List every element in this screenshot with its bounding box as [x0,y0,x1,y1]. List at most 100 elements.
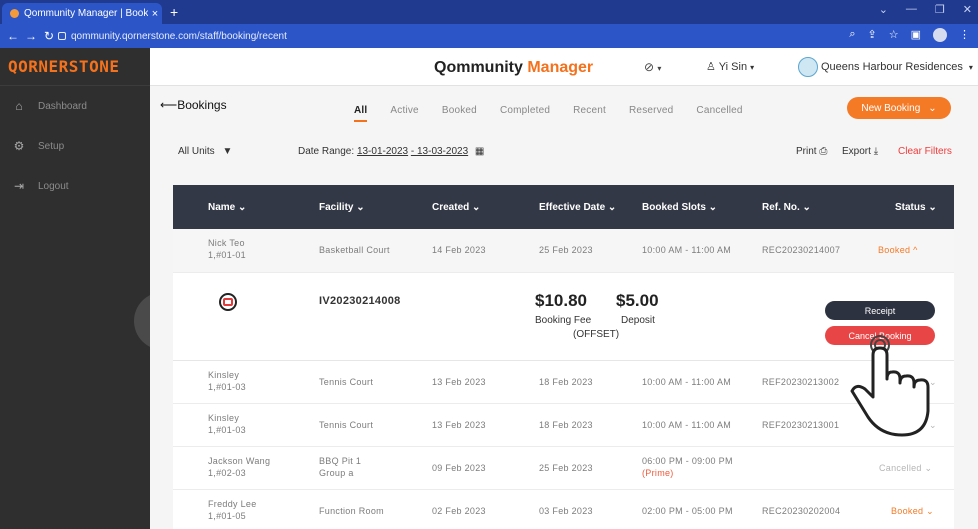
star-icon[interactable]: ☆ [889,28,899,42]
tab-all[interactable]: All [354,105,368,122]
menu-kebab-icon[interactable]: ⋮ [959,28,970,42]
app-title-main: Qommunity [434,59,523,76]
close-tab-icon[interactable]: × [148,8,162,20]
sidebar-item-setup[interactable]: ⚙ Setup [0,126,150,166]
download-icon: ⤓ [873,146,879,157]
table-row[interactable]: Jackson Wang 1,#02-03 BBQ Pit 1 Group a 09… [173,447,954,490]
status-badge[interactable]: Booked ^ [878,244,918,256]
user-menu[interactable]: ♙ Yi Sin ▾ [706,60,754,73]
tab-recent[interactable]: Recent [573,105,606,122]
sidebar-item-logout[interactable]: ⇥ Logout [0,166,150,206]
favicon-icon [10,9,19,18]
invoice-icon [219,293,237,311]
sidebar-item-dashboard[interactable]: ⌂ Dashboard [0,86,150,126]
back-arrow-icon: ⟵ [160,98,178,112]
browser-tab[interactable]: Qommunity Manager | Bookings × [2,3,162,24]
clear-filters-button[interactable]: Clear Filters [898,146,952,157]
gear-icon: ⚙ [13,139,25,153]
cell-ref-no: REF20230213002 [762,377,840,387]
main-content: Qommunity Manager ⊘ ▾ ♙ Yi Sin ▾ Queens … [150,48,978,529]
chevron-up-icon: ^ [913,245,918,255]
tab-active[interactable]: Active [390,105,418,122]
bookings-toolbar: ⟵Bookings All Active Booked Completed Re… [150,88,978,128]
date-to[interactable]: 13-03-2023 [417,146,468,157]
col-created[interactable]: Created ⌄ [432,202,480,213]
cell-booked-slots: 02:00 PM - 05:00 PM [642,506,733,516]
date-range-filter[interactable]: Date Range: 13-01-2023 - 13-03-2023 ▦ [298,146,484,157]
cell-name: Freddy Lee 1,#01-05 [208,499,257,521]
table-row[interactable]: Nick Teo 1,#01-01 Basketball Court 14 Feb… [173,229,954,273]
cell-created: 13 Feb 2023 [432,420,486,430]
table-row[interactable]: Kinsley 1,#01-03 Tennis Court 13 Feb 2023… [173,404,954,447]
table-row[interactable]: Kinsley 1,#01-03 Tennis Court 13 Feb 2023… [173,361,954,404]
profile-avatar[interactable] [933,28,947,42]
close-window-icon[interactable]: ✕ [963,3,972,16]
date-from[interactable]: 13-01-2023 [357,146,408,157]
tab-reserved[interactable]: Reserved [629,105,673,122]
cell-created: 13 Feb 2023 [432,377,486,387]
tab-booked[interactable]: Booked [442,105,477,122]
col-status[interactable]: Status ⌄ [895,202,937,213]
cell-name: Kinsley 1,#01-03 [208,413,246,435]
table-row[interactable]: Freddy Lee 1,#01-05 Function Room 02 Feb … [173,490,954,529]
restore-icon[interactable]: ❐ [935,3,945,16]
cell-booked-slots: 06:00 PM - 09:00 PM (Prime) [642,456,733,478]
minimize-icon[interactable]: — [906,3,917,16]
cell-created: 09 Feb 2023 [432,463,486,473]
offset-label: (OFFSET) [573,329,620,340]
reload-icon[interactable]: ↻ [40,29,58,43]
cell-name: Kinsley 1,#01-03 [208,370,246,392]
status-badge[interactable]: Booked ⌄ [891,505,934,517]
export-label: Export [842,146,871,157]
estate-logo [798,57,818,77]
printer-icon: ⎙ [819,146,828,157]
col-ref-no[interactable]: Ref. No. ⌄ [762,202,811,213]
logout-icon: ⇥ [13,179,25,193]
receipt-button[interactable]: Receipt [825,301,935,320]
col-booked-slots[interactable]: Booked Slots ⌄ [642,202,717,213]
cell-effective-date: 25 Feb 2023 [539,245,593,255]
calendar-icon[interactable]: ▦ [475,146,484,157]
url-field[interactable]: qommunity.qornerstone.com/staff/booking/… [58,27,888,45]
cell-facility: Tennis Court [319,420,374,430]
deposit-label: Deposit [621,315,655,326]
search-icon[interactable]: ⌕ [849,28,855,42]
deposit-amount: $5.00 [616,291,659,310]
print-button[interactable]: Print ⎙ [796,146,827,157]
cell-effective-date: 18 Feb 2023 [539,420,593,430]
status-badge[interactable]: Cancelled ⌄ [879,462,932,474]
new-booking-button[interactable]: New Booking ⌄ [847,97,951,119]
cell-ref-no: REF20230213001 [762,420,840,430]
tab-cancelled[interactable]: Cancelled [696,105,742,122]
back-arrow-icon[interactable]: ← [4,29,22,43]
bookings-table: Name ⌄ Facility ⌄ Created ⌄ Effective Da… [173,185,954,529]
user-icon: ♙ [706,61,716,73]
chevron-down-icon[interactable]: ⌄ [879,3,888,16]
chevron-down-icon: ⌄ [924,463,933,473]
new-tab-icon[interactable]: + [170,4,178,20]
chevron-down-icon: ▾ [750,63,755,72]
cell-effective-date: 03 Feb 2023 [539,506,593,516]
cell-effective-date: 18 Feb 2023 [539,377,593,387]
forward-arrow-icon[interactable]: → [22,29,40,43]
export-button[interactable]: Export ⤓ [842,146,878,157]
back-to-bookings[interactable]: ⟵Bookings [160,98,227,112]
share-icon[interactable]: ⇪ [868,28,877,42]
brand-logo[interactable]: QORNERSTONE [0,48,150,86]
caret-down-icon: ▼ [222,146,233,157]
app-title-accent: Manager [527,59,594,76]
invoice-number: IV20230214008 [319,295,401,307]
units-filter[interactable]: All Units ▼ [178,146,232,157]
sidepanel-icon[interactable]: ▣ [911,28,921,42]
sidebar: QORNERSTONE ⌂ Dashboard ⚙ Setup ⇥ Logout [0,48,150,529]
tab-completed[interactable]: Completed [500,105,550,122]
table-header: Name ⌄ Facility ⌄ Created ⌄ Effective Da… [173,185,954,229]
cell-name: Jackson Wang 1,#02-03 [208,456,271,478]
col-facility[interactable]: Facility ⌄ [319,202,365,213]
col-name[interactable]: Name ⌄ [208,202,246,213]
print-label: Print [796,146,817,157]
chevron-down-icon: ▾ [657,64,662,73]
col-effective-date[interactable]: Effective Date ⌄ [539,202,616,213]
estate-selector[interactable]: Queens Harbour Residences ▾ [798,55,973,79]
help-dropdown[interactable]: ⊘ ▾ [644,60,661,74]
